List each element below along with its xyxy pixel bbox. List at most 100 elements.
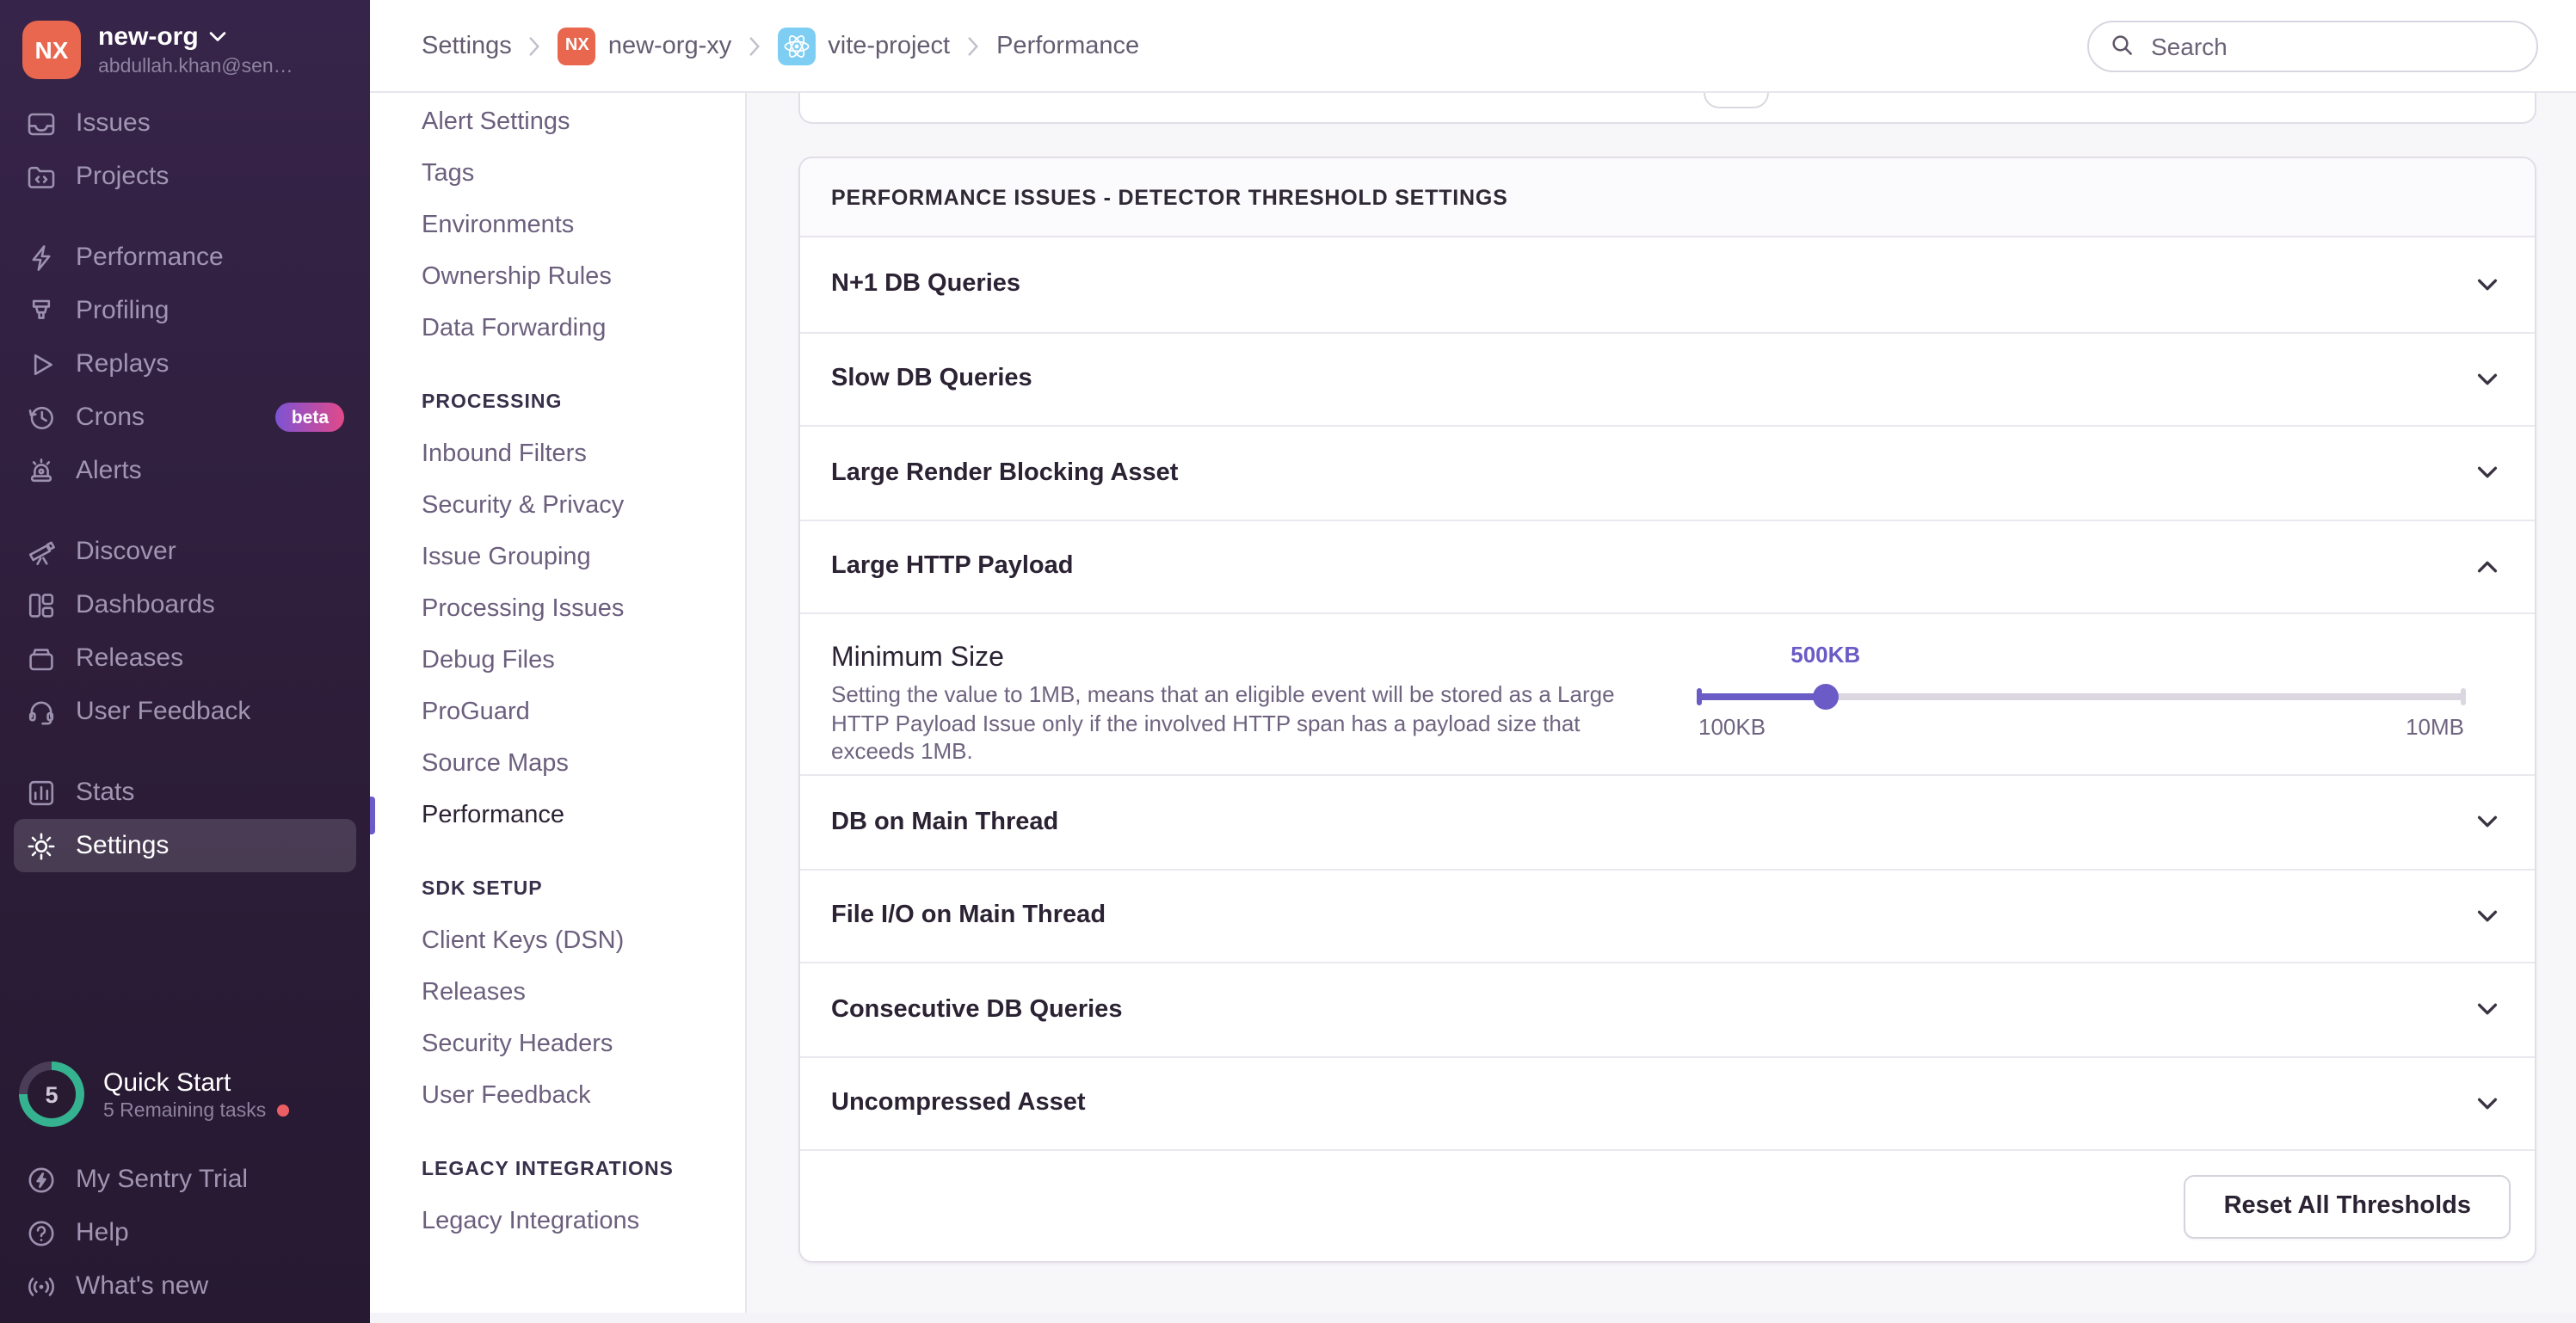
slider-value-label: 500KB bbox=[1790, 642, 1860, 668]
breadcrumb: SettingsNXnew-org-xyvite-projectPerforma… bbox=[422, 27, 1139, 65]
sidebar-item-performance[interactable]: Performance bbox=[14, 231, 356, 284]
row-file-i-o-on-main-thread[interactable]: File I/O on Main Thread bbox=[800, 868, 2535, 962]
sidebar-menu: Issues Projects PerformanceProfiling Replay… bbox=[0, 96, 370, 872]
top-header: SettingsNXnew-org-xyvite-projectPerforma… bbox=[370, 0, 2576, 93]
settings-nav: Alert SettingsTagsEnvironmentsOwnership … bbox=[370, 93, 747, 1323]
settings-nav-item-client-keys-dsn[interactable]: Client Keys (DSN) bbox=[370, 915, 745, 967]
quick-start-count: 5 bbox=[45, 1081, 58, 1107]
sidebar-item-what-s-new[interactable]: What's new bbox=[14, 1259, 356, 1313]
sidebar: NX new-org abdullah.khan@sen… Issues Proj… bbox=[0, 0, 370, 1323]
chevron-down-icon bbox=[2474, 366, 2500, 392]
row-db-on-main-thread[interactable]: DB on Main Thread bbox=[800, 774, 2535, 868]
sidebar-item-label: User Feedback bbox=[76, 697, 250, 726]
row-slow-db-queries[interactable]: Slow DB Queries bbox=[800, 331, 2535, 425]
sidebar-item-my-sentry-trial[interactable]: My Sentry Trial bbox=[14, 1153, 356, 1206]
panel-header: PERFORMANCE ISSUES - DETECTOR THRESHOLD … bbox=[800, 158, 2535, 237]
siren-icon bbox=[26, 455, 57, 486]
org-switcher[interactable]: NX new-org abdullah.khan@sen… bbox=[0, 0, 370, 79]
sidebar-item-stats[interactable]: Stats bbox=[14, 766, 356, 819]
settings-nav-item-alert-settings[interactable]: Alert Settings bbox=[370, 96, 745, 148]
settings-nav-item-issue-grouping[interactable]: Issue Grouping bbox=[370, 532, 745, 583]
bottom-strip bbox=[370, 1313, 2576, 1323]
row-large-render-blocking-asset[interactable]: Large Render Blocking Asset bbox=[800, 425, 2535, 519]
sidebar-item-crons[interactable]: Cronsbeta bbox=[14, 391, 356, 444]
org-email: abdullah.khan@sen… bbox=[98, 57, 293, 77]
quick-start[interactable]: 5 Quick Start 5 Remaining tasks bbox=[14, 1061, 356, 1127]
sidebar-item-replays[interactable]: Replays bbox=[14, 337, 356, 391]
settings-nav-item-legacy-integrations[interactable]: Legacy Integrations bbox=[370, 1196, 745, 1247]
settings-nav-item-proguard[interactable]: ProGuard bbox=[370, 686, 745, 738]
settings-nav-item-data-forwarding[interactable]: Data Forwarding bbox=[370, 303, 745, 354]
settings-nav-item-source-maps[interactable]: Source Maps bbox=[370, 738, 745, 790]
settings-nav-item-security-headers[interactable]: Security Headers bbox=[370, 1018, 745, 1070]
beta-badge: beta bbox=[276, 403, 344, 432]
settings-nav-item-environments[interactable]: Environments bbox=[370, 200, 745, 251]
headset-icon bbox=[26, 696, 57, 727]
settings-nav-item-tags[interactable]: Tags bbox=[370, 148, 745, 200]
panel-title: PERFORMANCE ISSUES - DETECTOR THRESHOLD … bbox=[831, 185, 1508, 209]
row-n-1-db-queries[interactable]: N+1 DB Queries bbox=[800, 237, 2535, 331]
sidebar-item-releases[interactable]: Releases bbox=[14, 631, 356, 685]
sidebar-item-label: Discover bbox=[76, 537, 176, 566]
breadcrumb-separator-icon bbox=[967, 35, 979, 56]
sidebar-item-label: My Sentry Trial bbox=[76, 1165, 248, 1194]
dashboards-icon bbox=[26, 589, 57, 620]
content-area: Alert SettingsTagsEnvironmentsOwnership … bbox=[370, 93, 2576, 1323]
row-large-http-payload[interactable]: Large HTTP Payload bbox=[800, 519, 2535, 612]
sidebar-item-dashboards[interactable]: Dashboards bbox=[14, 578, 356, 631]
settings-nav-item-user-feedback[interactable]: User Feedback bbox=[370, 1070, 745, 1122]
threshold-slider[interactable]: 500KB 100KB 10MB bbox=[1698, 614, 2464, 774]
search-box[interactable] bbox=[2087, 20, 2538, 71]
breadcrumb-label: Settings bbox=[422, 32, 512, 59]
chevron-down-icon bbox=[2474, 903, 2500, 929]
slider-thumb[interactable] bbox=[1813, 684, 1839, 710]
stats-icon bbox=[26, 777, 57, 808]
breadcrumb-item-vite-project[interactable]: vite-project bbox=[778, 27, 950, 65]
sidebar-item-label: Issues bbox=[76, 108, 151, 138]
rows-after: DB on Main Thread File I/O on Main Thread… bbox=[800, 774, 2535, 1149]
search-input[interactable] bbox=[2148, 30, 2516, 61]
sidebar-item-label: Replays bbox=[76, 349, 169, 378]
sidebar-item-settings[interactable]: Settings bbox=[14, 819, 356, 872]
nav-section-sdk-setup: SDK SETUP bbox=[370, 864, 745, 915]
settings-nav-item-ownership-rules[interactable]: Ownership Rules bbox=[370, 251, 745, 303]
row-consecutive-db-queries[interactable]: Consecutive DB Queries bbox=[800, 962, 2535, 1055]
sidebar-item-help[interactable]: Help bbox=[14, 1206, 356, 1259]
sidebar-bottom: 5 Quick Start 5 Remaining tasks My Sentr… bbox=[0, 1061, 370, 1323]
row-label: File I/O on Main Thread bbox=[831, 902, 1106, 930]
sidebar-item-projects[interactable]: Projects bbox=[14, 150, 356, 203]
row-label: DB on Main Thread bbox=[831, 809, 1058, 836]
detector-settings-panel: PERFORMANCE ISSUES - DETECTOR THRESHOLD … bbox=[798, 157, 2536, 1263]
help-icon bbox=[26, 1217, 57, 1248]
telescope-icon bbox=[26, 536, 57, 567]
sidebar-item-label: Alerts bbox=[76, 456, 142, 485]
nav-section-legacy-integrations: LEGACY INTEGRATIONS bbox=[370, 1144, 745, 1196]
settings-nav-item-performance[interactable]: Performance bbox=[370, 790, 745, 841]
sidebar-item-profiling[interactable]: Profiling bbox=[14, 284, 356, 337]
row-label: Large HTTP Payload bbox=[831, 553, 1074, 581]
row-uncompressed-asset[interactable]: Uncompressed Asset bbox=[800, 1055, 2535, 1149]
nav-section-processing: PROCESSING bbox=[370, 377, 745, 428]
sidebar-item-discover[interactable]: Discover bbox=[14, 525, 356, 578]
row-label: Consecutive DB Queries bbox=[831, 996, 1122, 1024]
sidebar-item-issues[interactable]: Issues bbox=[14, 96, 356, 150]
settings-nav-item-processing-issues[interactable]: Processing Issues bbox=[370, 583, 745, 635]
broadcast-icon bbox=[26, 1271, 57, 1301]
org-name: new-org bbox=[98, 22, 199, 52]
settings-nav-item-inbound-filters[interactable]: Inbound Filters bbox=[370, 428, 745, 480]
breadcrumb-item-settings[interactable]: Settings bbox=[422, 32, 512, 59]
settings-nav-item-releases[interactable]: Releases bbox=[370, 967, 745, 1018]
cutoff-button[interactable] bbox=[1704, 93, 1769, 108]
settings-nav-item-security-privacy[interactable]: Security & Privacy bbox=[370, 480, 745, 532]
settings-nav-item-debug-files[interactable]: Debug Files bbox=[370, 635, 745, 686]
breadcrumb-item-new-org-xy[interactable]: NX new-org-xy bbox=[558, 27, 731, 65]
sidebar-footer-menu: My Sentry Trial Help What's new bbox=[14, 1153, 356, 1313]
sidebar-item-alerts[interactable]: Alerts bbox=[14, 444, 356, 497]
breadcrumb-label: new-org-xy bbox=[608, 32, 731, 59]
sidebar-item-label: What's new bbox=[76, 1271, 208, 1301]
reset-all-thresholds-button[interactable]: Reset All Thresholds bbox=[2185, 1174, 2511, 1238]
sidebar-item-user-feedback[interactable]: User Feedback bbox=[14, 685, 356, 738]
main-content: PERFORMANCE ISSUES - DETECTOR THRESHOLD … bbox=[747, 93, 2576, 1323]
org-icon: NX bbox=[558, 27, 596, 65]
quick-start-progress-ring: 5 bbox=[19, 1061, 84, 1127]
